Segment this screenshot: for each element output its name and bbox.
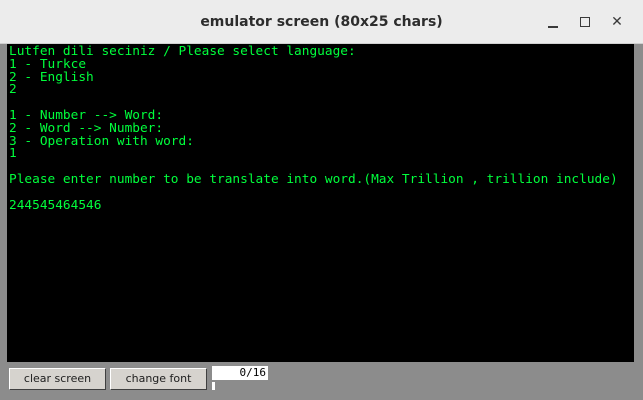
input-counter: 0/16 — [212, 366, 268, 380]
change-font-button[interactable]: change font — [110, 368, 207, 390]
clear-screen-button[interactable]: clear screen — [9, 368, 106, 390]
terminal-line: 3 - Operation with word: — [9, 133, 194, 149]
minimize-button[interactable] — [541, 10, 565, 34]
maximize-icon — [580, 17, 590, 27]
bottom-toolbar: clear screen change font 0/16 — [7, 362, 634, 400]
emulator-window: emulator screen (80x25 chars) ✕ Lutfen d… — [0, 0, 643, 400]
terminal-line: 2 — [9, 82, 17, 98]
terminal-screen[interactable]: Lutfen dili seciniz / Please select lang… — [7, 44, 634, 362]
terminal-line: 244545464546 — [9, 197, 102, 213]
terminal-line: 2 - English — [9, 69, 94, 85]
minimize-icon — [548, 26, 558, 28]
close-button[interactable]: ✕ — [605, 10, 629, 34]
terminal-line: Please enter number to be translate into… — [9, 172, 618, 187]
input-cursor — [212, 382, 215, 390]
terminal-line: 1 — [9, 146, 17, 162]
close-icon: ✕ — [611, 14, 623, 30]
title-bar[interactable]: emulator screen (80x25 chars) ✕ — [0, 0, 643, 44]
maximize-button[interactable] — [573, 10, 597, 34]
